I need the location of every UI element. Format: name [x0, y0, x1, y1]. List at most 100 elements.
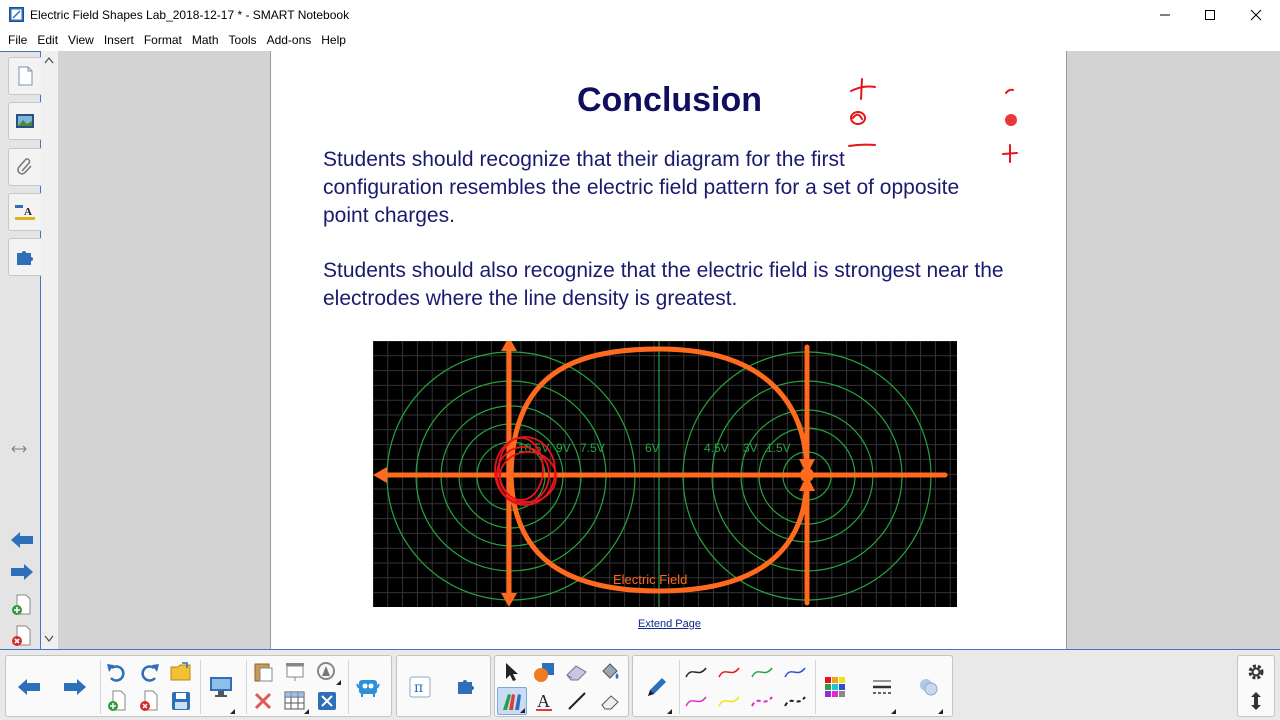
gear-icon	[1248, 664, 1264, 680]
voltage-label: 6V	[645, 441, 660, 455]
menu-help[interactable]: Help	[316, 30, 351, 51]
color-palette-button[interactable]	[820, 659, 850, 715]
math-tools-button[interactable]: π	[405, 659, 435, 715]
pen-black-button[interactable]	[681, 658, 711, 686]
pen-stroke-black-icon	[685, 667, 707, 678]
menu-insert[interactable]: Insert	[99, 30, 139, 51]
pen-stroke-dashed-black-icon	[784, 696, 806, 707]
previous-page-toolbar-button[interactable]	[12, 659, 46, 715]
menu-tools[interactable]: Tools	[224, 30, 262, 51]
pen-green-button[interactable]	[747, 658, 777, 686]
toolbar-separator	[200, 660, 201, 714]
toolbar-group-page	[5, 655, 392, 717]
redo-button[interactable]	[134, 658, 164, 686]
delete-icon	[254, 692, 272, 710]
new-page-button[interactable]	[102, 687, 132, 715]
transparency-button[interactable]	[914, 659, 944, 715]
add-page-button[interactable]	[9, 594, 35, 616]
menu-view[interactable]: View	[63, 30, 99, 51]
line-style-button[interactable]	[867, 659, 897, 715]
notebook-page[interactable]: Conclusion Students should recognize tha…	[270, 51, 1067, 649]
ink-annotations[interactable]	[831, 71, 1031, 201]
delete-page-icon	[12, 625, 31, 646]
pen-blue-button[interactable]	[780, 658, 810, 686]
table-icon	[284, 691, 305, 710]
menu-add-ons[interactable]: Add-ons	[262, 30, 317, 51]
screen-capture-button[interactable]	[312, 658, 342, 686]
tab-gallery[interactable]	[8, 102, 41, 140]
shapes-tool-button[interactable]	[529, 658, 559, 686]
eraser-tool-button[interactable]	[562, 658, 592, 686]
next-page-button[interactable]	[9, 561, 35, 583]
lab-activity-builder-button[interactable]	[353, 659, 383, 715]
tab-properties[interactable]: A	[8, 193, 41, 231]
maximize-icon	[1205, 10, 1215, 20]
magic-pen-icon	[317, 662, 335, 680]
eraser-alt-button[interactable]	[595, 687, 625, 715]
pen-magenta-button[interactable]	[681, 687, 711, 715]
maximize-button[interactable]	[1187, 0, 1233, 30]
arrow-right-icon	[64, 679, 86, 695]
voltage-label: 1.5V	[766, 441, 791, 455]
tab-page-sorter[interactable]	[8, 57, 41, 95]
pen-dashed-magenta-button[interactable]	[747, 687, 777, 715]
transparency-icon	[920, 679, 938, 696]
pens-tool-button[interactable]	[497, 687, 527, 715]
toolbar-group-settings	[1237, 655, 1275, 717]
scroll-up-icon[interactable]	[44, 56, 54, 64]
settings-button[interactable]	[1241, 658, 1271, 686]
minimize-button[interactable]	[1142, 0, 1188, 30]
pen-yellow-button[interactable]	[714, 687, 744, 715]
puzzle-icon	[17, 251, 33, 265]
pen-stroke-yellow-icon	[718, 696, 740, 707]
tab-add-ons[interactable]	[8, 238, 41, 276]
voltage-label: 4.5V	[704, 441, 729, 455]
save-button[interactable]	[166, 687, 196, 715]
previous-page-button[interactable]	[9, 529, 35, 551]
menu-edit[interactable]: Edit	[32, 30, 63, 51]
line-tool-button[interactable]	[562, 687, 592, 715]
toolbar-separator	[348, 660, 349, 714]
toolbar-position-button[interactable]	[1241, 687, 1271, 715]
close-button[interactable]	[1233, 0, 1279, 30]
toolbar-separator	[815, 660, 816, 714]
menu-file[interactable]: File	[3, 30, 32, 51]
next-page-toolbar-button[interactable]	[58, 659, 92, 715]
close-dialog-button[interactable]	[312, 687, 342, 715]
menu-format[interactable]: Format	[139, 30, 187, 51]
puzzle-icon	[458, 680, 474, 694]
svg-text:A: A	[24, 206, 32, 218]
undo-button[interactable]	[102, 658, 132, 686]
delete-page-button[interactable]	[9, 625, 35, 647]
fill-tool-button[interactable]	[595, 658, 625, 686]
extend-page-link[interactable]: Extend Page	[271, 618, 1068, 630]
text-tool-button[interactable]: A	[529, 687, 559, 715]
side-scrollbar[interactable]	[41, 51, 58, 649]
add-ons-button[interactable]	[452, 659, 482, 715]
display-screens-button[interactable]	[206, 659, 236, 715]
paperclip-icon	[17, 158, 32, 175]
open-file-button[interactable]	[166, 658, 196, 686]
arrow-left-icon	[11, 532, 33, 548]
pen-type-button[interactable]	[639, 659, 673, 715]
scroll-down-icon[interactable]	[44, 635, 54, 643]
pen-red-button[interactable]	[714, 658, 744, 686]
electric-field-figure[interactable]: 10.5V 9V 7.5V 6V 4.5V 3V 1.5V Electric F…	[372, 337, 957, 607]
select-tool-button[interactable]	[497, 658, 527, 686]
tab-attachments[interactable]	[8, 148, 41, 186]
pen-stroke-blue-icon	[784, 667, 806, 678]
conclusion-paragraph-2[interactable]: Students should also recognize that the …	[323, 257, 1023, 313]
menu-math[interactable]: Math	[187, 30, 224, 51]
screen-shade-button[interactable]	[280, 658, 310, 686]
insert-table-button[interactable]	[280, 687, 310, 715]
paste-button[interactable]	[248, 658, 278, 686]
delete-page-toolbar-button[interactable]	[134, 687, 164, 715]
undo-icon	[107, 664, 125, 682]
delete-button[interactable]	[248, 687, 278, 715]
add-page-icon	[108, 690, 126, 711]
pen-dashed-black-button[interactable]	[780, 687, 810, 715]
shapes-icon	[534, 663, 554, 682]
minimize-icon	[1160, 14, 1170, 16]
pen-stroke-dashed-magenta-icon	[751, 696, 773, 707]
resize-handle-icon[interactable]	[11, 443, 27, 457]
